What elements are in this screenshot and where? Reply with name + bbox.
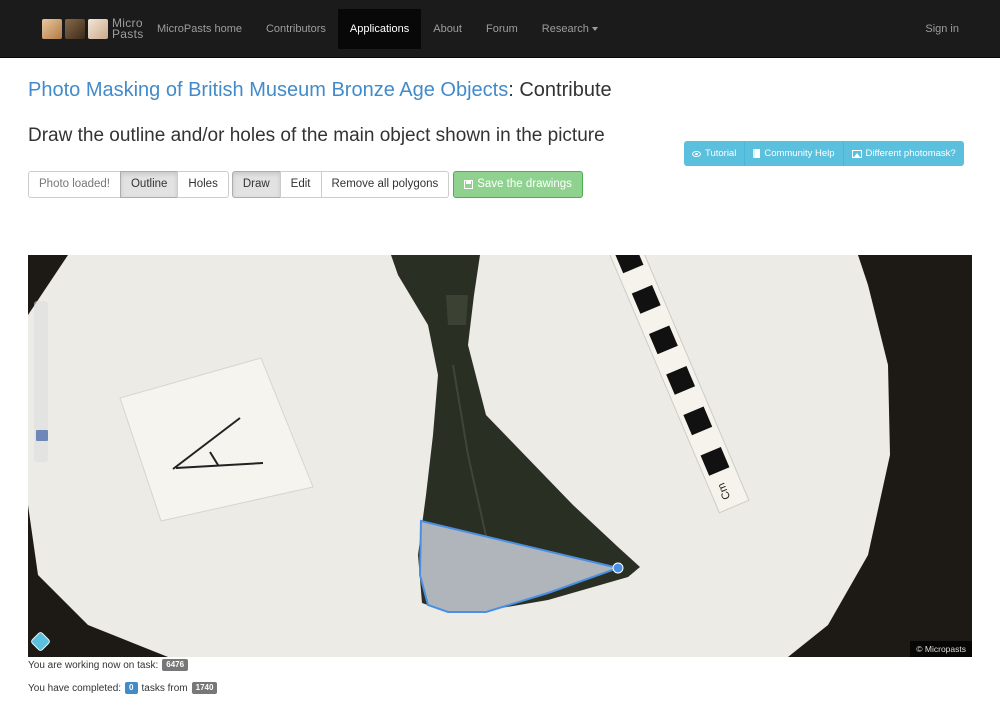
- logo-text-bottom: Pasts: [112, 27, 144, 41]
- photo-viewer[interactable]: Cm © Micropasts: [28, 255, 972, 657]
- copyright-notice: © Micropasts: [910, 641, 972, 657]
- edit-button[interactable]: Edit: [279, 171, 322, 198]
- zoom-slider-handle[interactable]: [36, 430, 48, 441]
- save-drawings-label: Save the drawings: [477, 178, 572, 190]
- action-button-group: Draw Edit Remove all polygons: [231, 171, 450, 198]
- project-title-link[interactable]: Photo Masking of British Museum Bronze A…: [28, 79, 508, 101]
- sign-in-link[interactable]: Sign in: [925, 9, 959, 49]
- total-tasks-badge: 1740: [191, 682, 218, 694]
- nav-item-research[interactable]: Research: [530, 9, 610, 49]
- logo-image-1: [42, 19, 62, 39]
- nav-item-contributors[interactable]: Contributors: [254, 9, 338, 49]
- eye-icon: [692, 150, 701, 157]
- nav-item-home[interactable]: MicroPasts home: [145, 9, 254, 49]
- micropasts-logo[interactable]: Micro Pasts: [42, 14, 144, 44]
- different-photomask-button[interactable]: Different photomask?: [843, 141, 964, 166]
- nav-item-applications[interactable]: Applications: [337, 9, 422, 49]
- nav-item-research-label: Research: [541, 23, 589, 35]
- main-nav: MicroPasts home Contributors Application…: [145, 9, 610, 49]
- polygon-vertex-handle[interactable]: [612, 562, 624, 574]
- completed-count-badge: 0: [125, 682, 138, 694]
- page-title: Photo Masking of British Museum Bronze A…: [28, 79, 612, 102]
- community-help-label: Community Help: [764, 148, 835, 159]
- mode-button-group: Photo loaded! Outline Holes: [28, 171, 229, 198]
- nav-item-forum[interactable]: Forum: [474, 9, 530, 49]
- working-on-task-text: You are working now on task:: [28, 659, 159, 671]
- book-icon: [753, 149, 761, 158]
- holes-button[interactable]: Holes: [177, 171, 229, 198]
- outline-button[interactable]: Outline: [119, 171, 179, 198]
- remove-all-polygons-button[interactable]: Remove all polygons: [320, 171, 450, 198]
- floppy-disk-icon: [464, 180, 474, 189]
- task-id-badge: 6476: [162, 659, 189, 671]
- logo-image-3: [88, 19, 108, 39]
- page-title-suffix: : Contribute: [508, 79, 612, 101]
- help-button-group: Tutorial Community Help Different photom…: [684, 141, 964, 166]
- nav-item-about[interactable]: About: [421, 9, 474, 49]
- photo-canvas[interactable]: Cm: [28, 255, 972, 657]
- save-drawings-button[interactable]: Save the drawings: [453, 171, 583, 198]
- caret-down-icon: [591, 27, 598, 32]
- photo-status-button: Photo loaded!: [28, 171, 121, 198]
- task-instructions: Draw the outline and/or holes of the mai…: [28, 125, 605, 146]
- draw-button[interactable]: Draw: [231, 171, 281, 198]
- logo-image-2: [65, 19, 85, 39]
- drawing-toolbar: Photo loaded! Outline Holes Draw Edit Re…: [28, 171, 583, 198]
- axe-socket: [446, 295, 468, 325]
- progress-status: You have completed: 0 tasks from 1740: [28, 682, 218, 694]
- logo-text: Micro Pasts: [112, 17, 144, 41]
- completed-text: You have completed:: [28, 682, 122, 694]
- different-photomask-label: Different photomask?: [865, 148, 956, 159]
- tutorial-button[interactable]: Tutorial: [684, 141, 746, 166]
- picture-icon: [851, 149, 862, 158]
- tutorial-label: Tutorial: [705, 148, 737, 159]
- tasks-from-text: tasks from: [141, 682, 188, 694]
- community-help-button[interactable]: Community Help: [745, 141, 844, 166]
- current-task-status: You are working now on task: 6476: [28, 659, 189, 671]
- top-navbar: Micro Pasts MicroPasts home Contributors…: [0, 0, 1000, 58]
